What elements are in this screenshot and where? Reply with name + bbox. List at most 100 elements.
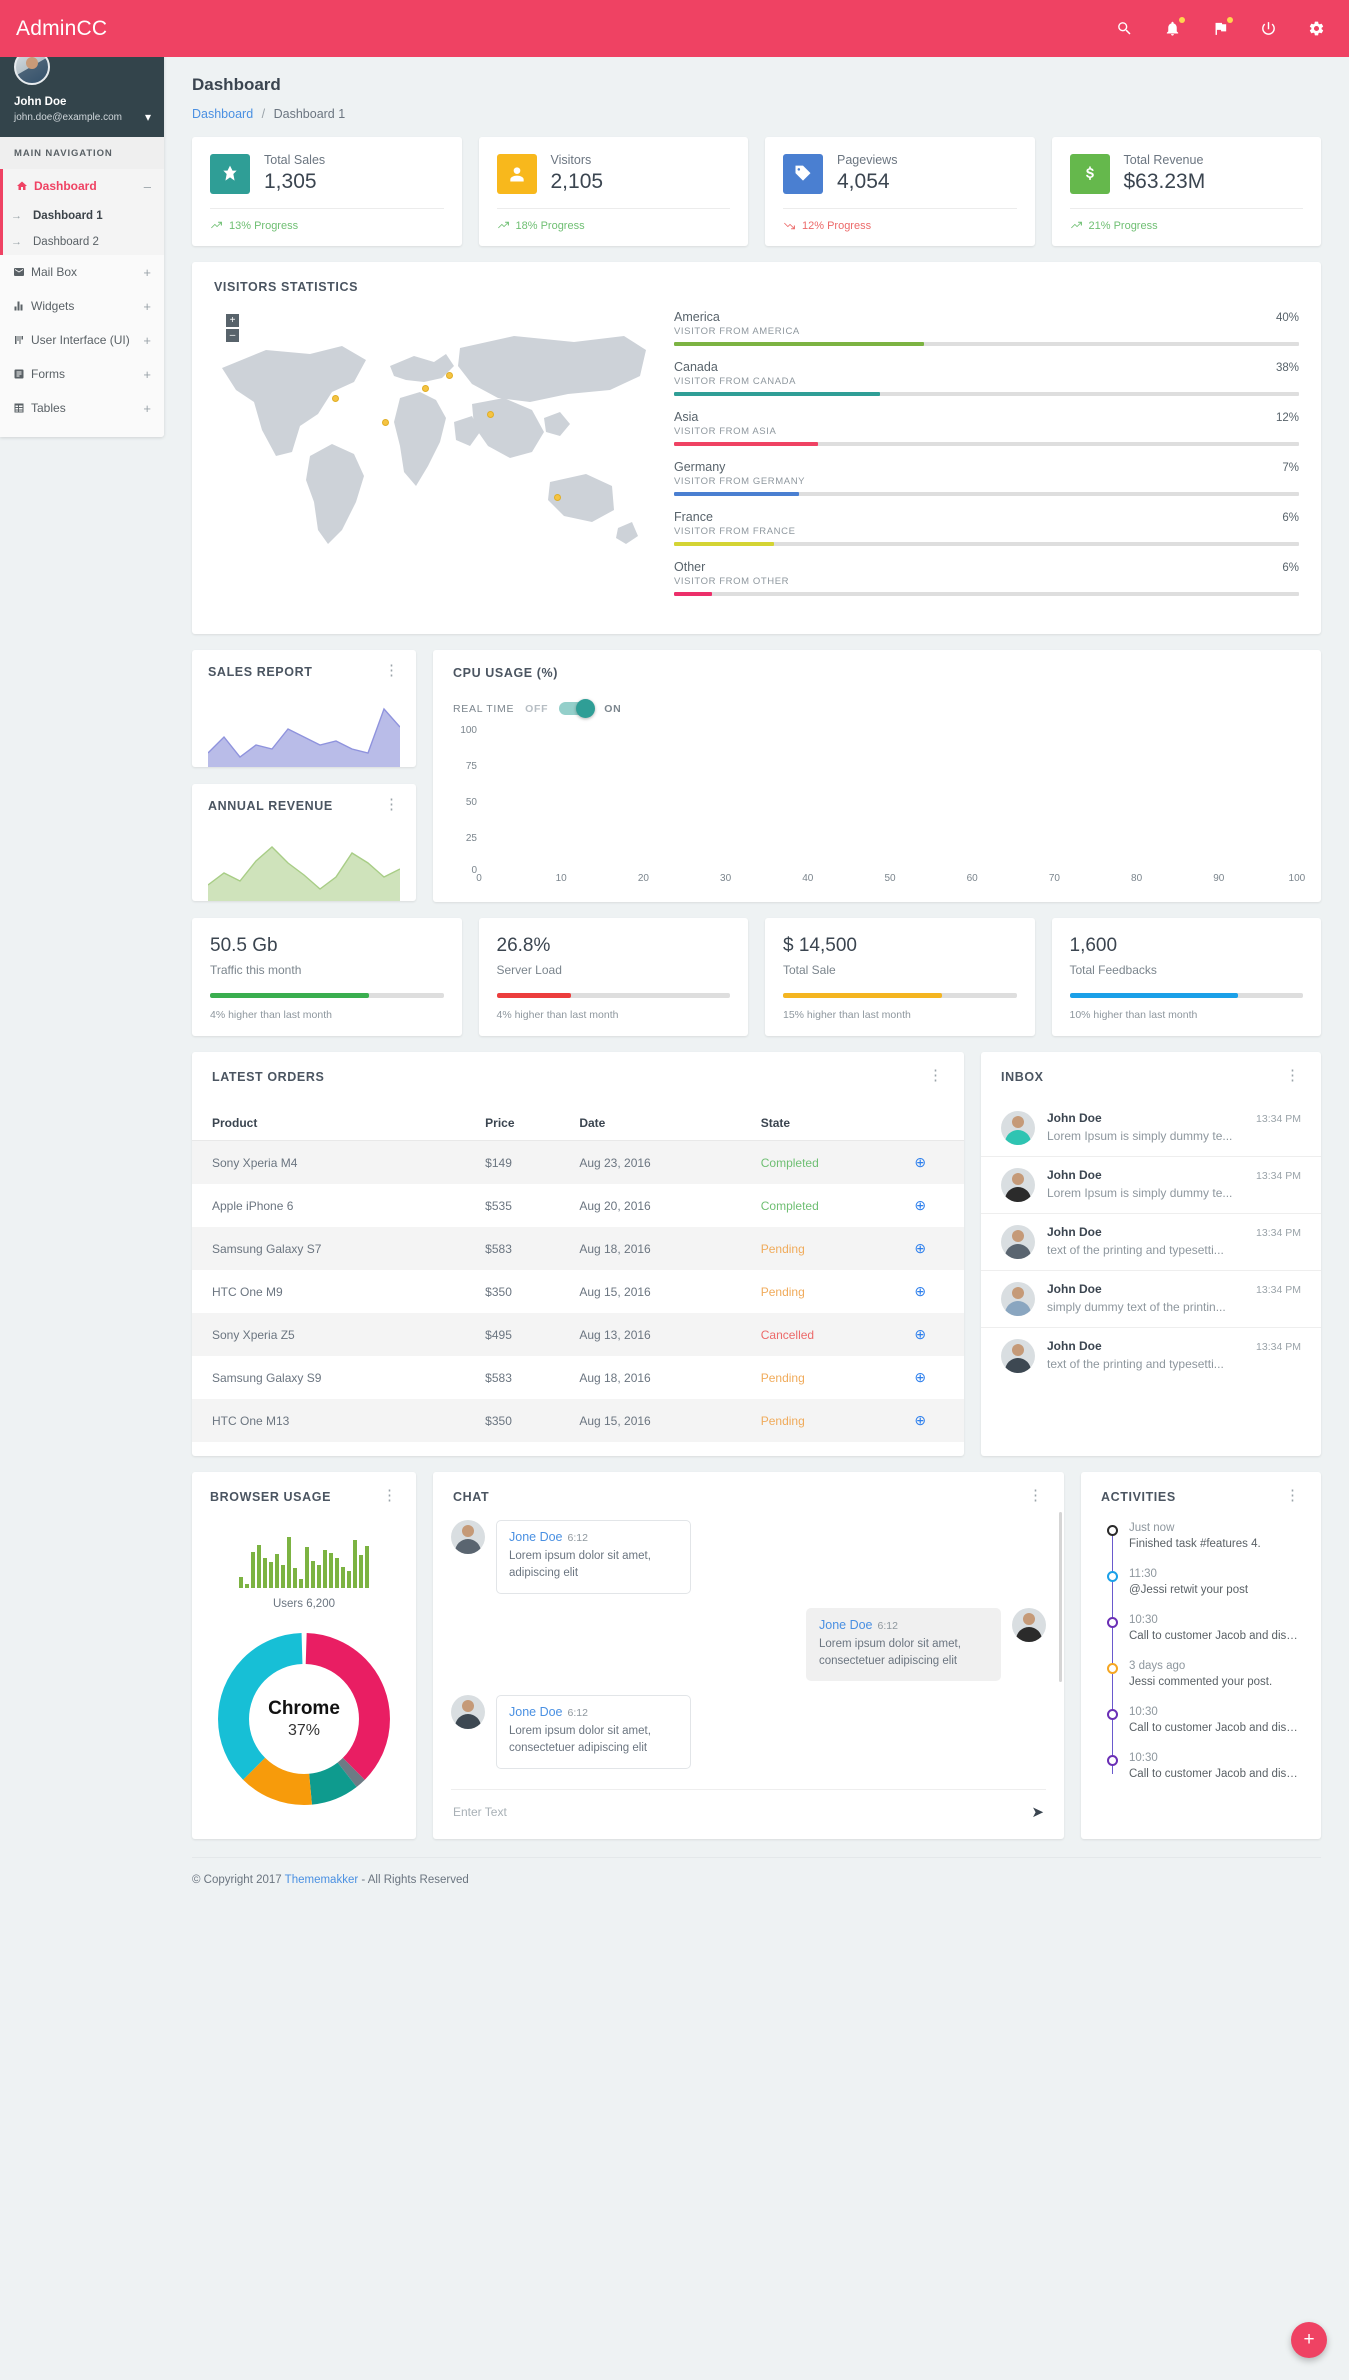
table-row[interactable]: HTC One M9 $350 Aug 15, 2016 Pending ⊕ — [192, 1270, 964, 1313]
table-row[interactable]: Samsung Galaxy S9 $583 Aug 18, 2016 Pend… — [192, 1356, 964, 1399]
list-item[interactable]: John Doe 13:34 PM text of the printing a… — [981, 1214, 1321, 1271]
divider — [1069, 208, 1303, 209]
topbar-actions — [1113, 16, 1349, 40]
order-add-icon[interactable]: ⊕ — [906, 1270, 964, 1313]
breadcrumb-root[interactable]: Dashboard — [192, 107, 253, 121]
inbox-time: 13:34 PM — [1256, 1284, 1301, 1296]
order-date: Aug 20, 2016 — [579, 1198, 651, 1213]
order-add-icon[interactable]: ⊕ — [906, 1356, 964, 1399]
progress-bar-track — [674, 592, 1299, 596]
ui-icon — [13, 334, 31, 346]
footer-suffix: - All Rights Reserved — [361, 1873, 469, 1886]
order-add-icon[interactable]: ⊕ — [906, 1313, 964, 1356]
app-brand: AdminCC — [16, 16, 108, 40]
table-row[interactable]: Sony Xperia M4 $149 Aug 23, 2016 Complet… — [192, 1140, 964, 1185]
more-options-icon[interactable]: ⋮ — [384, 663, 400, 678]
metric-label: Total Feedbacks — [1069, 963, 1157, 977]
more-options-icon[interactable]: ⋮ — [382, 1488, 398, 1503]
sidebar-item-dashboard-1[interactable]: → Dashboard 1 — [3, 203, 164, 229]
expand-icon[interactable]: + — [143, 334, 151, 347]
order-add-icon[interactable]: ⊕ — [906, 1141, 964, 1185]
top-bar: AdminCC — [0, 0, 1349, 57]
sidebar-item-forms[interactable]: Forms + — [0, 357, 164, 391]
list-item[interactable]: John Doe 13:34 PM Lorem Ipsum is simply … — [981, 1157, 1321, 1214]
timeline-text: Finished task #features 4. — [1129, 1538, 1261, 1550]
metric-note: 4% higher than last month — [496, 1009, 619, 1021]
gear-icon[interactable] — [1305, 18, 1327, 40]
more-options-icon[interactable]: ⋮ — [1285, 1488, 1301, 1503]
map-marker[interactable] — [554, 494, 561, 501]
footer-link[interactable]: Thememakker — [285, 1874, 359, 1886]
order-add-icon[interactable]: ⊕ — [906, 1227, 964, 1270]
donut-browser-name: Chrome — [268, 1698, 340, 1719]
visitor-region-sub: VISITOR FROM CANADA — [674, 376, 797, 387]
realtime-toggle[interactable] — [559, 699, 596, 718]
visitor-stat-item: Asia 12% VISITOR FROM ASIA — [674, 410, 1299, 446]
page-header: Dashboard Dashboard / Dashboard 1 — [164, 57, 1349, 121]
page-title: Dashboard — [192, 75, 281, 94]
sales-report-title: SALES REPORT — [208, 665, 313, 679]
sidebar-item-widgets[interactable]: Widgets + — [0, 289, 164, 323]
search-icon[interactable] — [1113, 18, 1135, 40]
sidebar-item-user-interface[interactable]: User Interface (UI) + — [0, 323, 164, 357]
sidebar-item-mail-box[interactable]: Mail Box + — [0, 255, 164, 289]
order-add-icon[interactable]: ⊕ — [906, 1184, 964, 1227]
progress-bar-fill — [674, 342, 924, 346]
more-options-icon[interactable]: ⋮ — [384, 797, 400, 812]
order-price: $495 — [485, 1327, 512, 1342]
flag-icon[interactable] — [1209, 16, 1233, 40]
sidebar-item-dashboard-2[interactable]: → Dashboard 2 — [3, 229, 164, 255]
table-row[interactable]: HTC One M13 $350 Aug 15, 2016 Pending ⊕ — [192, 1399, 964, 1442]
table-header-row: Product Price Date State — [192, 1106, 964, 1141]
sidebar-section-heading: MAIN NAVIGATION — [0, 137, 164, 169]
order-price: $350 — [485, 1284, 512, 1299]
bell-icon[interactable] — [1161, 16, 1185, 40]
sidebar-item-tables[interactable]: Tables + — [0, 391, 164, 425]
more-options-icon[interactable]: ⋮ — [928, 1068, 944, 1083]
progress-bar-fill — [210, 993, 369, 998]
table-row[interactable]: Apple iPhone 6 $535 Aug 20, 2016 Complet… — [192, 1184, 964, 1227]
list-item[interactable]: John Doe 13:34 PM simply dummy text of t… — [981, 1271, 1321, 1328]
expand-icon[interactable]: + — [143, 266, 151, 279]
expand-icon[interactable]: + — [143, 402, 151, 415]
realtime-on-label: ON — [604, 702, 622, 715]
map-marker[interactable] — [446, 372, 453, 379]
chat-input[interactable] — [453, 1804, 1022, 1819]
world-map[interactable]: + – — [214, 306, 654, 564]
expand-icon[interactable]: + — [143, 368, 151, 381]
chevron-down-icon[interactable]: ▾ — [145, 111, 151, 123]
order-add-icon[interactable]: ⊕ — [906, 1399, 964, 1442]
add-button[interactable]: + — [1291, 2322, 1327, 2358]
expand-icon[interactable]: + — [143, 300, 151, 313]
order-date: Aug 18, 2016 — [579, 1370, 651, 1385]
list-item[interactable]: John Doe 13:34 PM text of the printing a… — [981, 1328, 1321, 1384]
trend-up-icon — [497, 221, 509, 229]
more-options-icon[interactable]: ⋮ — [1028, 1488, 1044, 1503]
order-state: Pending — [760, 1241, 805, 1256]
collapse-toggle-icon[interactable]: – — [144, 180, 151, 193]
table-row[interactable]: Sony Xperia Z5 $495 Aug 13, 2016 Cancell… — [192, 1313, 964, 1356]
map-zoom-in-button[interactable]: + — [226, 314, 239, 327]
map-marker[interactable] — [382, 419, 389, 426]
stat-progress-label: 21% Progress — [1088, 219, 1158, 232]
visitor-region-pct: 12% — [1275, 412, 1299, 424]
more-options-icon[interactable]: ⋮ — [1285, 1068, 1301, 1083]
map-marker[interactable] — [332, 395, 339, 402]
map-marker[interactable] — [487, 411, 494, 418]
power-icon[interactable] — [1257, 18, 1279, 40]
chat-scrollbar[interactable] — [1059, 1512, 1062, 1682]
table-row[interactable]: Samsung Galaxy S7 $583 Aug 18, 2016 Pend… — [192, 1227, 964, 1270]
y-tick-100: 100 — [460, 725, 477, 736]
stat-label: Total Sales — [264, 153, 326, 167]
sidebar-item-dashboard[interactable]: Dashboard – — [3, 169, 164, 203]
progress-bar-fill — [674, 542, 774, 546]
tables-icon — [13, 402, 31, 414]
map-marker[interactable] — [422, 385, 429, 392]
list-item[interactable]: John Doe 13:34 PM Lorem Ipsum is simply … — [981, 1100, 1321, 1157]
send-icon[interactable]: ➤ — [1031, 1803, 1044, 1821]
map-zoom-out-button[interactable]: – — [226, 329, 239, 342]
chat-text: Lorem ipsum dolor sit amet, consectetuer… — [819, 1637, 961, 1667]
metric-label: Traffic this month — [210, 963, 302, 977]
divider — [210, 208, 444, 209]
stat-value: 2,105 — [550, 170, 604, 193]
